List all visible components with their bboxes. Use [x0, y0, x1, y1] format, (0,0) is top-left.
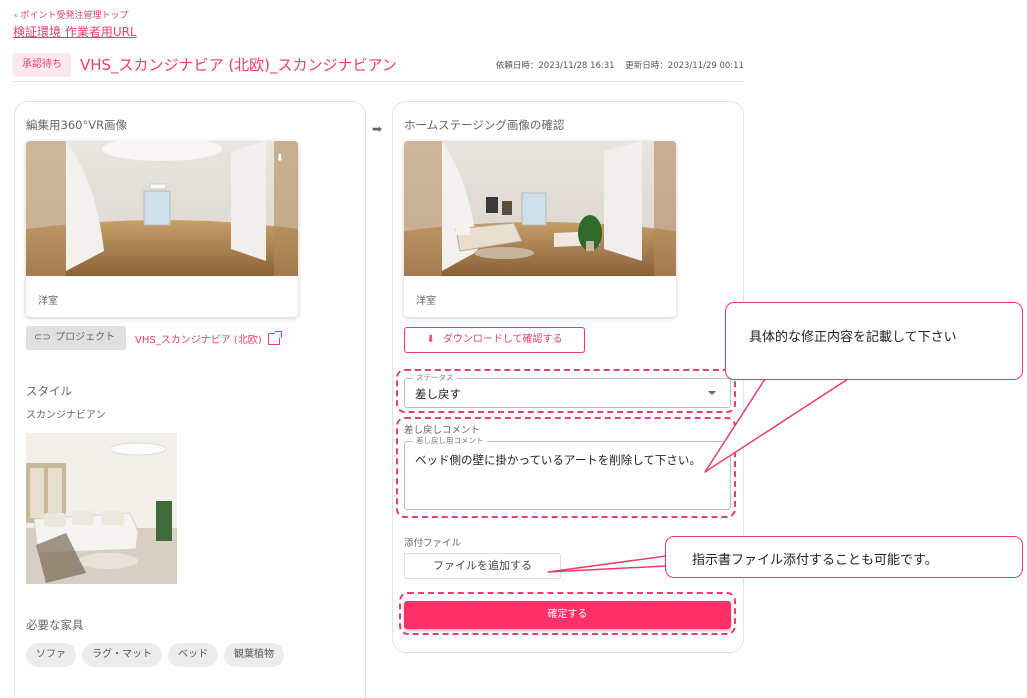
furniture-label: 必要な家具 [26, 618, 84, 632]
status-select-value: 差し戻す [415, 387, 461, 401]
project-link[interactable]: VHS_スカンジナビア (北欧) [135, 331, 282, 346]
comment-textarea-value: ベッド側の壁に掛かっているアートを削除して下さい。 [415, 453, 701, 467]
style-sample-image [26, 433, 177, 584]
comment-textarea[interactable]: 差し戻し用コメント ベッド側の壁に掛かっているアートを削除して下さい。 [404, 435, 731, 510]
confirm-button[interactable]: 確定する [404, 601, 731, 629]
project-chip-label: プロジェクト [55, 332, 116, 343]
status-legend: ステータス [413, 372, 457, 383]
requested-date: 依頼日時：2023/11/28 16:31 [495, 61, 615, 71]
vr-image-card[interactable]: ⬇ 洋室 [26, 141, 298, 317]
style-value: スカンジナビアン [26, 410, 106, 421]
vr-panorama-image [26, 141, 298, 276]
staging-panorama-image [404, 141, 676, 276]
env-worker-url-link[interactable]: 検証環境 作業者用URL [13, 23, 137, 40]
staging-image-card[interactable]: 洋室 [404, 141, 676, 317]
project-link-label: VHS_スカンジナビア (北欧) [135, 335, 262, 346]
furniture-chip: ソファ [26, 643, 76, 667]
project-chip[interactable]: ⊂⊃ プロジェクト [26, 326, 126, 350]
furniture-chip: ベッド [168, 643, 218, 667]
download-icon: ⬇ [426, 334, 435, 345]
vr-room-caption: 洋室 [38, 296, 58, 307]
attach-callout: 指示書ファイル添付することも可能です。 [665, 536, 1023, 578]
link-icon: ⊂⊃ [34, 332, 51, 343]
comment-legend: 差し戻し用コメント [413, 435, 487, 446]
breadcrumb-back-link[interactable]: ‹ ポイント受発注管理トップ [14, 8, 128, 21]
add-file-button[interactable]: ファイルを追加する [404, 553, 561, 579]
furniture-chip: 観葉植物 [224, 643, 284, 667]
comment-callout: 具体的な修正内容を記載して下さい [725, 302, 1023, 380]
furniture-chip-list: ソファ ラグ・マット ベッド 観葉植物 [26, 643, 284, 667]
caret-down-icon [708, 391, 716, 395]
attach-label: 添付ファイル [404, 538, 462, 549]
staging-image-label: ホームステージング画像の確認 [404, 118, 565, 132]
updated-date: 更新日時：2023/11/29 00:11 [625, 61, 744, 71]
furniture-chip: ラグ・マット [82, 643, 162, 667]
external-link-icon [267, 331, 282, 345]
style-label: スタイル [26, 384, 72, 398]
staging-room-caption: 洋室 [416, 296, 436, 307]
comment-heading: 差し戻しコメント [404, 425, 481, 436]
download-check-button[interactable]: ⬇ ダウンロードして確認する [404, 327, 585, 353]
page-header: 承認待ち VHS_スカンジナビア (北欧)_スカンジナビアン 依頼日時：2023… [13, 52, 744, 82]
download-icon[interactable]: ⬇ [276, 153, 284, 164]
arrow-right-icon: ➡ [372, 122, 383, 136]
vr-image-label: 編集用360°VR画像 [26, 118, 128, 132]
page-title: VHS_スカンジナビア (北欧)_スカンジナビアン [80, 56, 397, 74]
status-badge: 承認待ち [13, 53, 71, 77]
download-check-label: ダウンロードして確認する [442, 334, 563, 345]
status-select[interactable]: ステータス 差し戻す [404, 372, 731, 408]
date-info: 依頼日時：2023/11/28 16:31 更新日時：2023/11/29 00… [488, 59, 744, 71]
